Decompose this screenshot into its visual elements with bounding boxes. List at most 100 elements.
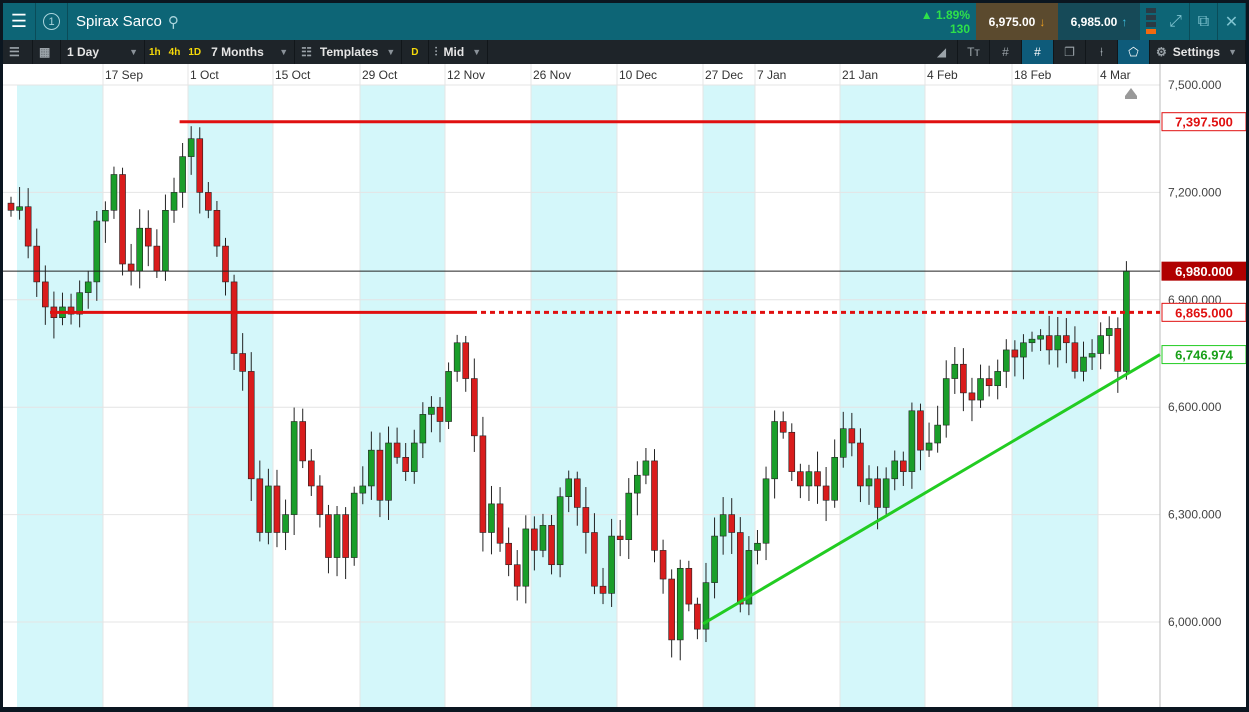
candle-down [196,138,204,193]
candle-up [359,485,367,494]
candle-down [273,485,281,533]
candle-down [393,442,401,458]
y-tick-label: 7,200.000 [1168,185,1222,199]
candle-up [1088,353,1096,358]
x-tick-label: 4 Mar [1100,68,1131,82]
layers-icon[interactable]: ❐ [1054,40,1086,64]
candle-up [333,514,341,558]
x-tick-label: 21 Jan [842,68,878,82]
menu-icon[interactable]: ☰ [3,3,36,40]
candle-down [960,363,967,394]
change-pct: 1.89% [935,8,970,22]
interval-select[interactable]: 1 Day ▼ [61,40,145,64]
candle-down [659,550,667,580]
candle-down [153,245,161,272]
buy-button[interactable]: 6,985.00 ↑ [1058,3,1140,40]
candle-down [1071,342,1079,372]
chart-toolbar: ☰ ▦ 1 Day ▼ 1h 4h 1D 7 Months ▼ ☷ Templates… [3,40,1246,64]
chart-canvas[interactable]: 17 Sep 1 Oct 15 Oct 29 Oct 12 Nov 26 Nov 10 De… [3,64,1247,707]
candle-down [1011,349,1019,358]
range-select[interactable]: 7 Months ▼ [205,40,296,64]
candle-down [127,263,135,272]
candle-down [247,371,255,480]
sell-button[interactable]: 6,975.00 ↓ [976,3,1058,40]
candle-up [719,514,727,537]
candle-up [170,192,178,211]
price-chart[interactable]: 17 Sep 1 Oct 15 Oct 29 Oct 12 Nov 26 Nov 10 De… [3,64,1247,707]
candle-down [316,485,324,515]
templates-button[interactable]: ☷ Templates ▼ [295,40,403,64]
month-band [840,64,925,707]
popout-icon[interactable]: ⧉ [1190,3,1218,40]
candle-up [642,460,650,476]
quick-1h[interactable]: 1h [145,47,165,58]
candle-down [694,603,701,630]
y-tick-label: 6,300.000 [1168,508,1222,522]
x-tick-label: 4 Feb [927,68,958,82]
candle-up [934,424,941,444]
instrument-title[interactable]: Spirax Sarco [76,13,162,30]
candle-up [676,567,684,641]
settings-button[interactable]: ⚙ Settings ▼ [1150,40,1246,64]
range-value: 7 Months [211,45,264,59]
candle-down [239,353,246,372]
candle-down [874,478,881,508]
candle-up [625,492,633,540]
x-axis-bar [3,64,1160,85]
grid-icon[interactable]: # [990,40,1022,64]
month-band [531,64,617,707]
expand-icon[interactable]: ⤢ [1162,3,1190,40]
candle-up [762,478,770,544]
search-icon[interactable]: ⚲ [168,13,179,31]
x-tick-label: 26 Nov [533,68,571,82]
candle-down [736,532,744,605]
grid-draw-icon[interactable]: # [1022,40,1054,64]
crosshair-icon[interactable]: ⍿ [1086,40,1118,64]
candle-down [436,406,444,422]
candle-down [968,392,976,401]
text-icon[interactable]: Tт [958,40,990,64]
candle-down [505,542,512,566]
d-button[interactable]: D [402,40,429,64]
x-tick-label: 12 Nov [447,68,485,82]
candle-down [573,478,581,508]
candle-up [565,478,573,497]
candle-up [162,210,169,272]
drawing-icon[interactable]: ◢ [926,40,958,64]
candle-down [616,535,624,540]
candle-up [419,414,427,444]
candle-up [942,378,950,426]
label-icon[interactable]: ⬠ [1118,40,1150,64]
price-type-value: Mid [443,45,465,59]
settings-label: Settings [1172,45,1221,59]
candle-down [1063,335,1070,344]
price-type-select[interactable]: ⫶ Mid ▼ [429,40,489,64]
candle-down [548,525,555,566]
candle-up [522,528,530,587]
candle-down [213,210,221,247]
candle-up [385,442,392,501]
list-icon[interactable]: ☰ [3,40,33,64]
y-tick-label: 6,000.000 [1168,615,1222,629]
candle-up [1020,342,1027,358]
month-band [17,64,103,707]
candle-down [144,227,152,247]
candle-down [797,471,804,487]
y-tick-label: 6,600.000 [1168,400,1222,414]
candle-up [556,496,564,566]
quick-4h[interactable]: 4h [165,47,185,58]
candle-up [771,421,778,480]
y-tick-label: 7,500.000 [1168,78,1222,92]
link-group-icon[interactable]: 1 [36,3,68,40]
candle-down [299,421,307,462]
layout-icon[interactable]: ▦ [33,40,61,64]
candle-up [445,371,452,422]
quick-1d[interactable]: 1D [184,47,205,58]
candle-up [187,138,195,157]
candles-icon: ⫶ [434,44,438,59]
candle-down [685,567,693,605]
candle-down [848,428,856,444]
candle-up [994,371,1002,387]
close-icon[interactable]: ✕ [1218,3,1246,40]
candle-down [822,485,830,501]
